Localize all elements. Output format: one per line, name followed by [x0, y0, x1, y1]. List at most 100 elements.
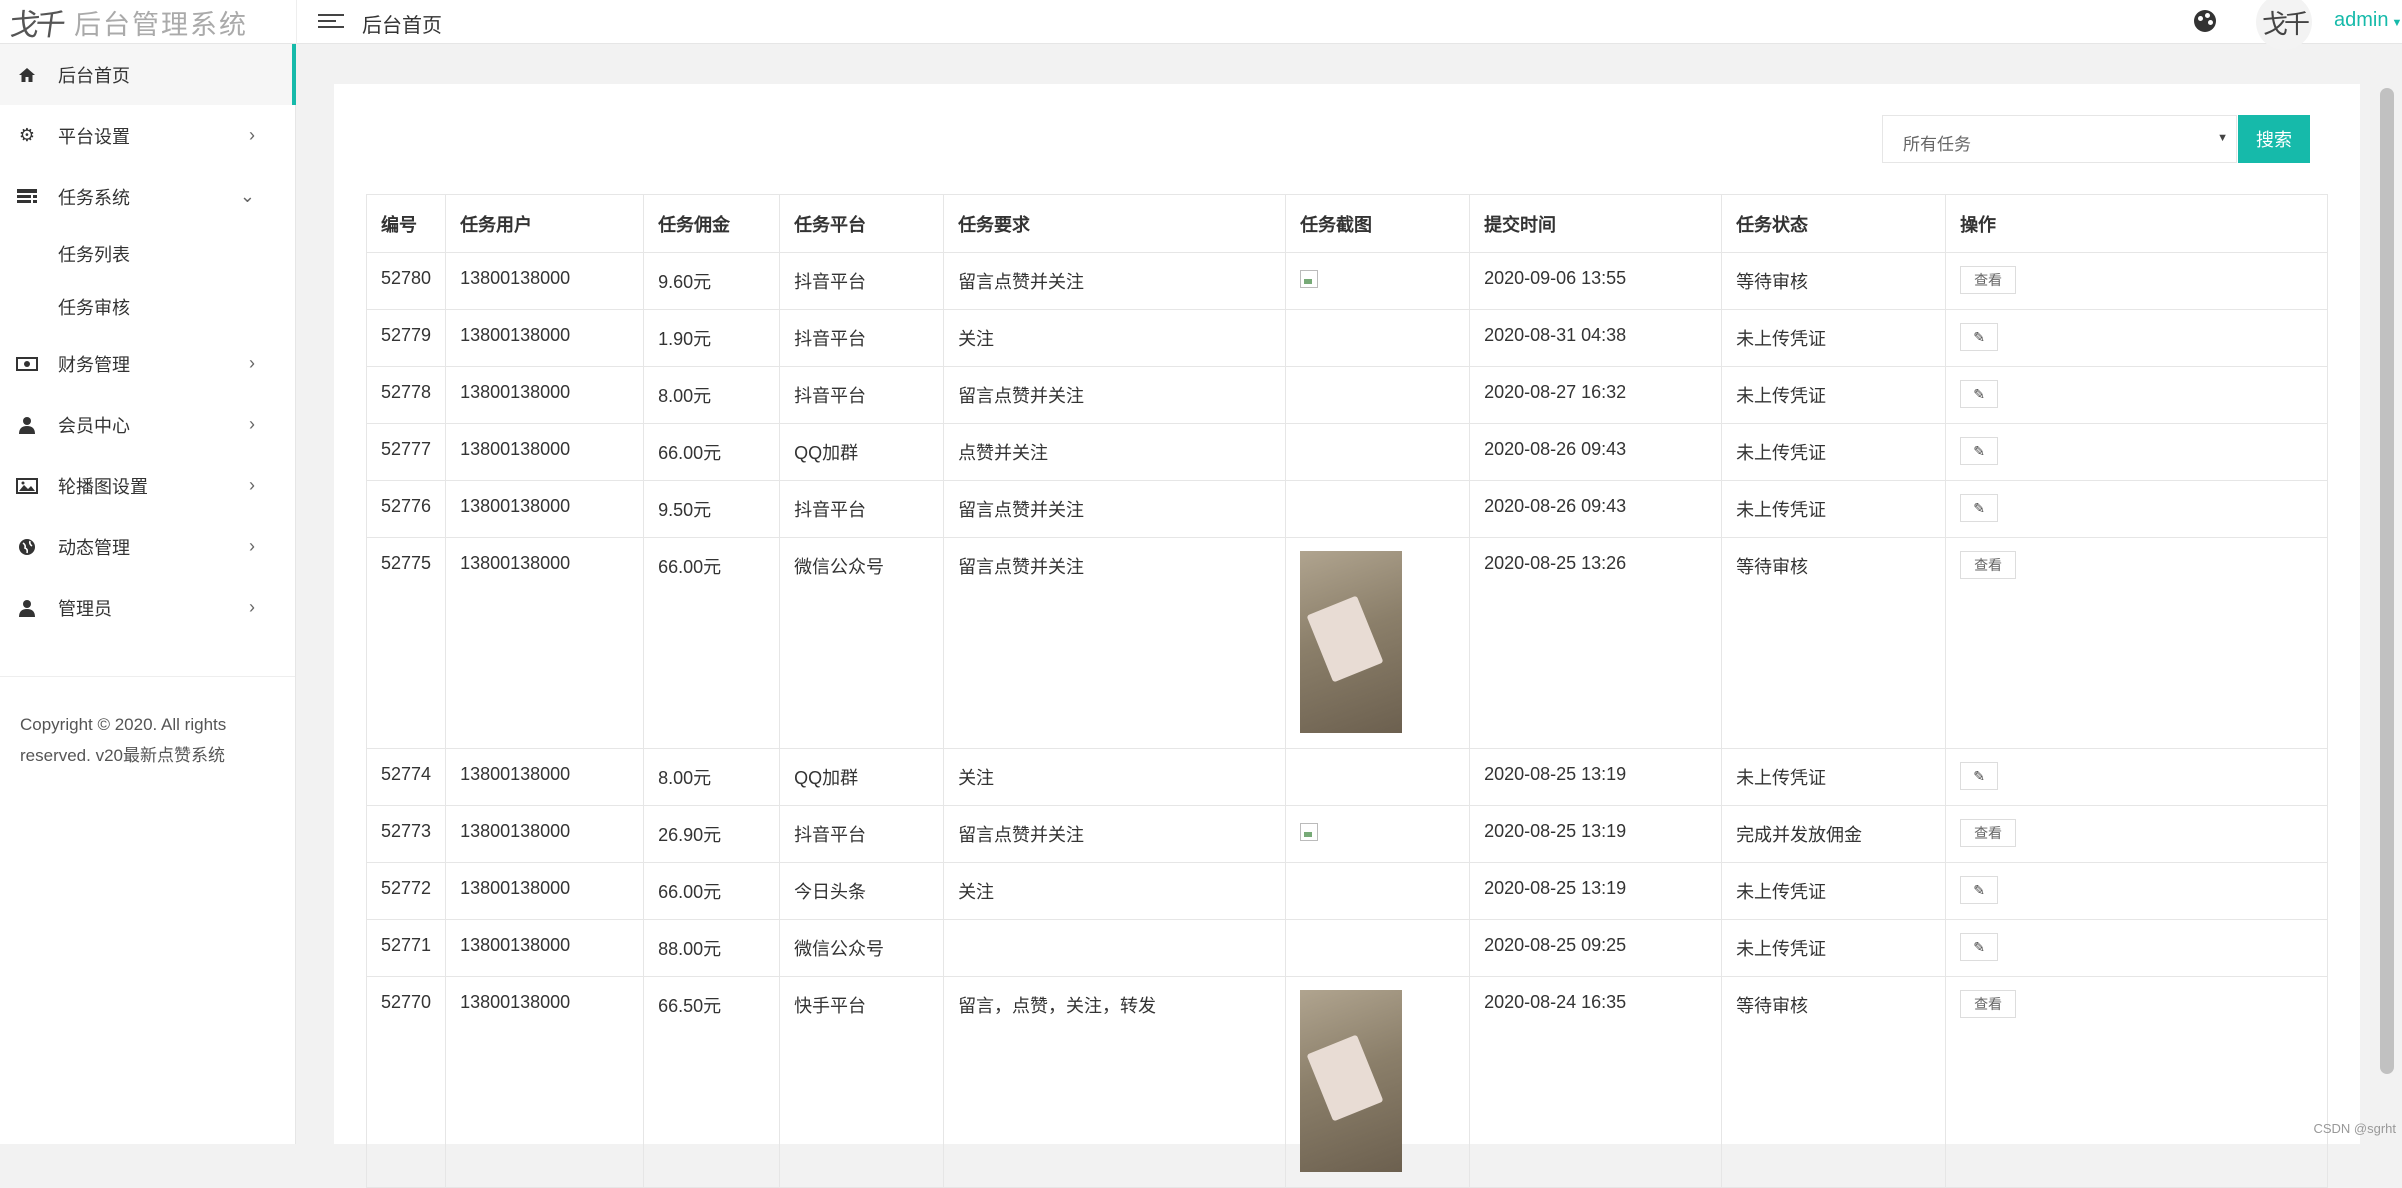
table-row: 52775 13800138000 66.00元 微信公众号 留言点赞并关注 2020-0… — [365, 537, 2328, 749]
sidebar-subitem-task-review[interactable]: 任务审核 — [0, 280, 295, 333]
table-cell-fee: 66.00元 — [643, 862, 781, 920]
sidebar-item-member-center[interactable]: 会员中心 › — [0, 394, 295, 455]
sidebar-item-label: 管理员 — [58, 598, 112, 619]
table-cell-req — [943, 919, 1287, 977]
table-cell-shot — [1285, 252, 1471, 310]
palette-icon[interactable] — [2194, 10, 2216, 32]
edit-icon[interactable]: ✎ — [1960, 762, 1999, 790]
sidebar-item-news-management[interactable]: 动态管理 › — [0, 516, 295, 577]
table-cell-time: 2020-08-25 13:19 — [1469, 805, 1723, 863]
edit-icon[interactable]: ✎ — [1960, 380, 1999, 408]
table-cell-status: 未上传凭证 — [1721, 423, 1947, 481]
chevron-right-icon: › — [249, 475, 255, 495]
user-menu[interactable]: admin ▼ — [2334, 9, 2402, 32]
table-cell-user: 13800138000 — [445, 252, 645, 310]
table-cell-req: 留言点赞并关注 — [943, 480, 1287, 538]
menu-toggle-icon[interactable] — [318, 10, 344, 32]
table-row: 52774 13800138000 8.00元 QQ加群 关注 2020-08-25 13… — [365, 748, 2328, 806]
list-icon — [16, 186, 38, 208]
table-cell-platform: 抖音平台 — [779, 309, 945, 367]
user-icon — [16, 414, 38, 436]
edit-icon[interactable]: ✎ — [1960, 876, 1999, 904]
logo-mark: 戈千 — [7, 8, 64, 43]
sidebar-item-home[interactable]: 后台首页 — [0, 44, 296, 105]
avatar[interactable]: 戈千 — [2256, 0, 2312, 50]
table-cell-user: 13800138000 — [445, 976, 645, 1188]
breadcrumb[interactable]: 后台首页 — [362, 9, 442, 38]
sidebar-item-administrators[interactable]: 管理员 › — [0, 577, 295, 638]
view-button[interactable]: 查看 — [1960, 990, 2017, 1018]
table-cell-action: 查看 — [1945, 537, 2328, 749]
main-content: 所有任务 ▼ 搜索 编号 任务用户 任务佣金 任务平台 任务要求 任务截图 提交… — [334, 84, 2360, 1188]
table-cell-fee: 9.50元 — [643, 480, 781, 538]
select-value: 所有任务 — [1903, 135, 1971, 154]
table-cell-status: 未上传凭证 — [1721, 366, 1947, 424]
column-header: 任务截图 — [1285, 194, 1471, 253]
sidebar-item-carousel-settings[interactable]: 轮播图设置 › — [0, 455, 295, 516]
table-cell-fee: 66.00元 — [643, 537, 781, 749]
task-table: 编号 任务用户 任务佣金 任务平台 任务要求 任务截图 提交时间 任务状态 操作… — [365, 194, 2328, 1188]
edit-icon[interactable]: ✎ — [1960, 323, 1999, 351]
table-cell-shot — [1285, 309, 1471, 367]
sidebar: 后台首页 ⚙ 平台设置 › 任务系统 ⌄ 任务列表 任务审核 财务管理 › 会员… — [0, 44, 296, 1144]
dropdown-arrow-icon: ▼ — [2217, 132, 2228, 144]
table-cell-fee: 8.00元 — [643, 366, 781, 424]
scrollbar[interactable] — [2380, 88, 2394, 1074]
view-button[interactable]: 查看 — [1960, 266, 2017, 294]
table-cell-time: 2020-08-25 13:19 — [1469, 862, 1723, 920]
table-cell-time: 2020-08-31 04:38 — [1469, 309, 1723, 367]
table-cell-req: 留言点赞并关注 — [943, 252, 1287, 310]
copyright-line: Copyright © 2020. All rights — [20, 715, 227, 734]
watermark: CSDN @sgrht — [2313, 1121, 2396, 1136]
table-cell-action: 查看 — [1945, 976, 2328, 1188]
table-cell-req: 留言点赞并关注 — [943, 366, 1287, 424]
table-cell-req: 关注 — [943, 748, 1287, 806]
screenshot-thumbnail[interactable] — [1300, 551, 1403, 733]
table-cell-req: 关注 — [943, 862, 1287, 920]
edit-icon[interactable]: ✎ — [1960, 437, 1999, 465]
sidebar-subitem-task-list[interactable]: 任务列表 — [0, 227, 295, 280]
table-cell-req: 留言，点赞，关注，转发 — [943, 976, 1287, 1188]
table-cell-time: 2020-08-26 09:43 — [1469, 423, 1723, 481]
table-cell-id: 52774 — [365, 748, 447, 806]
table-cell-id: 52773 — [365, 805, 447, 863]
table-cell-time: 2020-08-25 13:19 — [1469, 748, 1723, 806]
table-cell-time: 2020-09-06 13:55 — [1469, 252, 1723, 310]
table-row: 52773 13800138000 26.90元 抖音平台 留言点赞并关注 2020-08… — [365, 805, 2328, 863]
screenshot-thumbnail[interactable] — [1300, 990, 1403, 1172]
table-cell-fee: 88.00元 — [643, 919, 781, 977]
sidebar-item-finance[interactable]: 财务管理 › — [0, 333, 295, 394]
table-cell-action: ✎ — [1945, 366, 2328, 424]
task-status-select[interactable]: 所有任务 ▼ — [1882, 115, 2237, 163]
table-cell-shot — [1285, 976, 1471, 1188]
table-cell-platform: 微信公众号 — [779, 919, 945, 977]
edit-icon[interactable]: ✎ — [1960, 494, 1999, 522]
home-icon — [16, 64, 38, 86]
view-button[interactable]: 查看 — [1960, 819, 2017, 847]
table-cell-id: 52772 — [365, 862, 447, 920]
table-row: 52779 13800138000 1.90元 抖音平台 关注 2020-08-31 04… — [365, 309, 2328, 367]
table-cell-status: 未上传凭证 — [1721, 480, 1947, 538]
table-row: 52777 13800138000 66.00元 QQ加群 点赞并关注 2020-08-2… — [365, 423, 2328, 481]
broken-image-icon[interactable] — [1300, 270, 1319, 288]
table-cell-platform: 抖音平台 — [779, 480, 945, 538]
table-row: 52772 13800138000 66.00元 今日头条 关注 2020-08-25 1… — [365, 862, 2328, 920]
edit-icon[interactable]: ✎ — [1960, 933, 1999, 961]
sidebar-item-label: 平台设置 — [58, 126, 130, 147]
table-cell-action: 查看 — [1945, 805, 2328, 863]
table-row: 52778 13800138000 8.00元 抖音平台 留言点赞并关注 2020-08-… — [365, 366, 2328, 424]
table-cell-fee: 66.00元 — [643, 423, 781, 481]
app-logo[interactable]: 戈千 后台管理系统 — [7, 0, 248, 44]
view-button[interactable]: 查看 — [1960, 551, 2017, 579]
column-header: 任务状态 — [1721, 194, 1947, 253]
sidebar-item-task-system[interactable]: 任务系统 ⌄ — [0, 166, 295, 227]
sidebar-item-platform-settings[interactable]: ⚙ 平台设置 › — [0, 105, 295, 166]
search-button[interactable]: 搜索 — [2238, 115, 2310, 163]
table-cell-shot — [1285, 366, 1471, 424]
table-row: 52771 13800138000 88.00元 微信公众号 2020-08-25 09… — [365, 919, 2328, 977]
table-cell-user: 13800138000 — [445, 366, 645, 424]
broken-image-icon[interactable] — [1300, 823, 1319, 841]
sidebar-item-label: 会员中心 — [58, 415, 130, 436]
table-cell-shot — [1285, 423, 1471, 481]
chevron-down-icon: ▼ — [2391, 17, 2402, 29]
